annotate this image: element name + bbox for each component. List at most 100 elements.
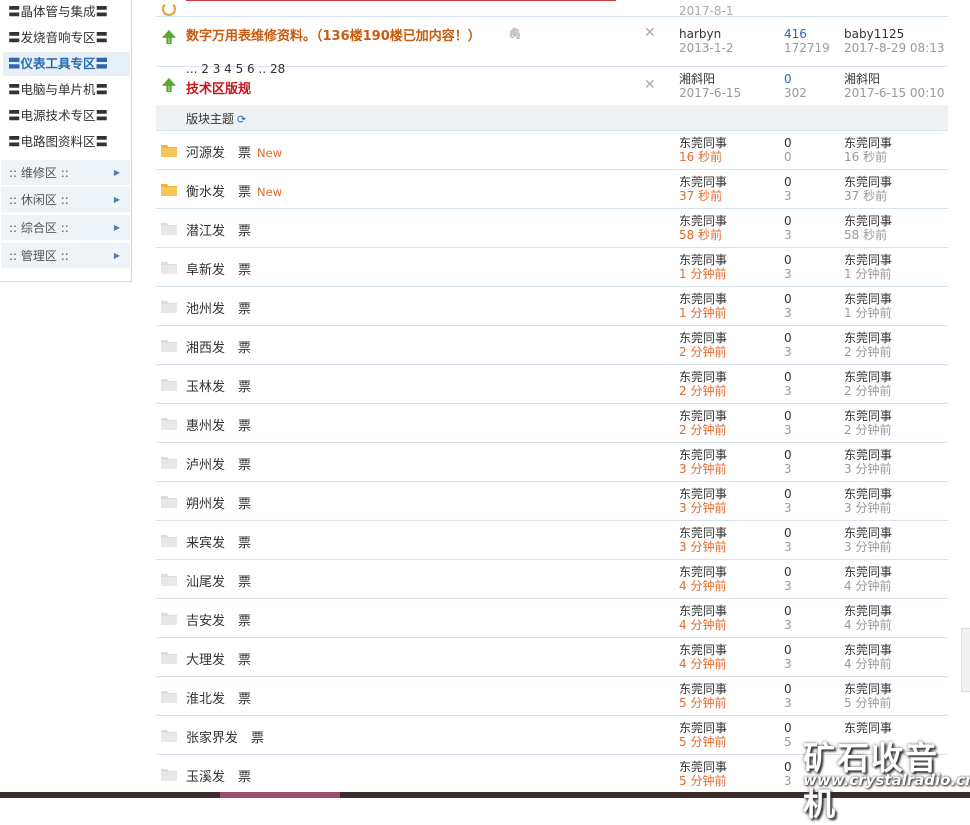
thread-title-link[interactable]: 大理发 票 [186,653,251,668]
sidebar-group-admin[interactable]: :: 管理区 :: ▶ [1,243,130,269]
table-row: 河源发 票 New 东莞同事 16 秒前 0 0 东莞同事 16 秒前 [156,131,948,170]
thread-title-link[interactable]: 河源发 票 [186,146,251,161]
scrollbar-thumb[interactable] [961,628,970,692]
sidebar-item-audio[interactable]: 〓发烧音响专区〓 [8,26,128,50]
last-post-time[interactable]: 4 分钟前 [844,657,892,671]
last-post-user[interactable]: 东莞同事 [844,331,892,345]
author-name[interactable]: 东莞同事 [679,175,727,189]
refresh-icon[interactable]: ⟳ [237,113,246,126]
svg-text:1: 1 [167,38,170,44]
author-name[interactable]: 东莞同事 [679,526,727,540]
thread-title-link[interactable]: 池州发 票 [186,302,251,317]
last-post-time[interactable]: 3 分钟前 [844,540,892,554]
cropped-announcement-title[interactable] [186,0,616,1]
author-name[interactable]: 东莞同事 [679,643,727,657]
last-post-user[interactable]: 东莞同事 [844,253,892,267]
author-name[interactable]: 东莞同事 [679,721,727,735]
last-post-time[interactable]: 4 分钟前 [844,618,892,632]
sidebar-item-transistor[interactable]: 〓晶体管与集成〓 [8,0,128,24]
last-post-time[interactable]: 5 分钟前 [844,696,892,710]
author-name[interactable]: harbyn [679,27,721,41]
thread-title-link[interactable]: 淮北发 票 [186,692,251,707]
last-post-time[interactable]: 3 分钟前 [844,501,892,515]
thread-title-link[interactable]: 泸州发 票 [186,458,251,473]
thread-title-link[interactable]: 湘西发 票 [186,341,251,356]
last-post-time[interactable]: 1 分钟前 [844,267,892,281]
thread-title-link[interactable]: 技术区版规 [186,78,251,97]
thread-title-link[interactable]: 玉林发 票 [186,380,251,395]
reply-count: 0 [784,136,792,150]
sidebar-group-leisure[interactable]: :: 休闲区 :: ▶ [1,187,130,213]
author-name[interactable]: 东莞同事 [679,331,727,345]
author-name[interactable]: 东莞同事 [679,292,727,306]
author-name[interactable]: 东莞同事 [679,370,727,384]
thread-title-link[interactable]: 朔州发 票 [186,497,251,512]
close-icon[interactable]: ✕ [644,77,656,93]
sidebar-item-power[interactable]: 〓电源技术专区〓 [8,104,128,128]
last-post-user[interactable]: 东莞同事 [844,565,892,579]
thread-title-link[interactable]: 阜新发 票 [186,263,251,278]
sidebar-group-general[interactable]: :: 综合区 :: ▶ [1,215,130,241]
last-post-user[interactable]: 东莞同事 [844,214,892,228]
last-post-user[interactable]: baby1125 [844,27,904,41]
author-name[interactable]: 东莞同事 [679,214,727,228]
author-name[interactable]: 东莞同事 [679,682,727,696]
last-post-user[interactable]: 东莞同事 [844,721,892,735]
author-name[interactable]: 东莞同事 [679,487,727,501]
folder-icon [161,301,177,313]
author-name[interactable]: 东莞同事 [679,760,727,774]
last-post-time[interactable]: 2 分钟前 [844,384,892,398]
table-row-pinned: 1 数字万用表维修资料。（136楼190楼已加内容！） 🖇 ... 2 3 4 … [156,17,948,76]
thread-title-link[interactable]: 衡水发 票 [186,185,251,200]
last-post-user[interactable]: 东莞同事 [844,292,892,306]
last-post-user[interactable]: 东莞同事 [844,136,892,150]
last-post-user[interactable]: 湘斜阳 [844,72,880,86]
sidebar-item-schematics[interactable]: 〓电路图资料区〓 [8,130,128,154]
last-post-time[interactable]: 58 秒前 [844,228,892,242]
last-post-user[interactable]: 东莞同事 [844,448,892,462]
last-post-time[interactable]: 16 秒前 [844,150,892,164]
last-post-time[interactable]: 37 秒前 [844,189,892,203]
last-post-time[interactable]: 4 分钟前 [844,579,892,593]
sidebar-item-computer-mcu[interactable]: 〓电脑与单片机〓 [8,78,128,102]
author-name[interactable]: 东莞同事 [679,565,727,579]
thread-title-link[interactable]: 玉溪发 票 [186,770,251,785]
author-name[interactable]: 湘斜阳 [679,72,715,86]
sidebar-group-repair[interactable]: :: 维修区 :: ▶ [1,160,130,186]
last-post-time[interactable]: 3 分钟前 [844,462,892,476]
sidebar: 〓晶体管与集成〓 〓发烧音响专区〓 〓仪表工具专区〓 〓电脑与单片机〓 〓电源技… [0,0,132,282]
thread-title: 淮北发 票 [186,688,251,707]
author-name[interactable]: 东莞同事 [679,448,727,462]
last-post-user[interactable]: 东莞同事 [844,409,892,423]
author-name[interactable]: 东莞同事 [679,604,727,618]
last-post-user[interactable]: 东莞同事 [844,682,892,696]
author-name[interactable]: 东莞同事 [679,409,727,423]
thread-title-link[interactable]: 汕尾发 票 [186,575,251,590]
svg-text:1: 1 [167,86,170,92]
sidebar-item-instruments[interactable]: 〓仪表工具专区〓 [3,52,130,76]
last-post-user[interactable]: 东莞同事 [844,643,892,657]
thread-title-link[interactable]: 惠州发 票 [186,419,251,434]
last-post-time[interactable]: 1 分钟前 [844,306,892,320]
last-post-time[interactable]: 2 分钟前 [844,345,892,359]
last-post-time[interactable]: 2017-6-15 00:10 [844,86,945,100]
thread-title-link[interactable]: 吉安发 票 [186,614,251,629]
last-post-time[interactable]: 2017-8-29 08:13 [844,41,945,55]
last-post-user[interactable]: 东莞同事 [844,487,892,501]
thread-title-link[interactable]: 来宾发 票 [186,536,251,551]
close-icon[interactable]: ✕ [644,25,656,41]
last-post-user[interactable]: 东莞同事 [844,526,892,540]
table-row: 吉安发 票东莞同事 4 分钟前 0 3 东莞同事 4 分钟前 [156,599,948,638]
thread-title-link[interactable]: 数字万用表维修资料。（136楼190楼已加内容！） [186,25,481,44]
last-post-user[interactable]: 东莞同事 [844,604,892,618]
last-post-user[interactable]: 东莞同事 [844,370,892,384]
last-post-user[interactable]: 东莞同事 [844,175,892,189]
author-name[interactable]: 东莞同事 [679,253,727,267]
author-name[interactable]: 东莞同事 [679,136,727,150]
post-time: 4 分钟前 [679,618,727,632]
thread-title-link[interactable]: 张家界发 票 [186,731,264,746]
folder-icon [161,613,177,625]
reply-count: 0 [784,292,792,306]
thread-title-link[interactable]: 潜江发 票 [186,224,251,239]
last-post-time[interactable]: 2 分钟前 [844,423,892,437]
